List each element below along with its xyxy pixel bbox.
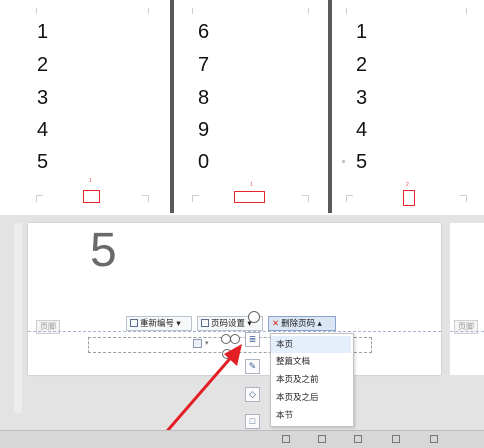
- next-document-page[interactable]: 页脚: [450, 223, 484, 375]
- page-thumbnails-strip: 1 2 3 4 5 1 6 7 8 9 0 1 1 2 3 4 5 2: [0, 0, 484, 215]
- menu-item-this-and-after[interactable]: 本页及之后: [271, 389, 351, 406]
- crop-mark: [460, 8, 467, 14]
- page-number-text: 2: [406, 182, 409, 188]
- menu-item-this-section[interactable]: 本节: [271, 407, 351, 424]
- view-icon[interactable]: [318, 435, 326, 443]
- crop-mark: [192, 8, 199, 14]
- page-3-bottom[interactable]: 1 2 3 4 5 2: [332, 0, 484, 213]
- page-number-text: 1: [89, 178, 92, 184]
- crop-mark: [192, 195, 199, 202]
- renumber-icon: [130, 319, 138, 327]
- crop-mark: [36, 195, 43, 202]
- line-number: 1: [356, 21, 368, 43]
- renumber-button[interactable]: 重新编号 ▾: [126, 316, 192, 331]
- last-line-number: 5: [90, 224, 117, 277]
- crop-mark: [302, 195, 309, 202]
- line-number: 3: [356, 87, 368, 109]
- delete-page-number-button[interactable]: ✕ 删除页码 ▴: [268, 316, 336, 331]
- page-edge: [14, 223, 22, 413]
- view-icon[interactable]: [354, 435, 362, 443]
- view-icon[interactable]: [392, 435, 400, 443]
- line-number: 8: [198, 87, 210, 109]
- line-number: 6: [198, 21, 210, 43]
- annotation-arrow-icon: [166, 344, 242, 432]
- line-number: 3: [37, 87, 49, 109]
- line-number: 9: [198, 119, 210, 141]
- view-icon[interactable]: [282, 435, 290, 443]
- crop-mark: [302, 8, 309, 14]
- footer-divider: [450, 331, 484, 332]
- line-number: 2: [356, 54, 368, 76]
- line-number: 4: [37, 119, 49, 141]
- page-number-text: 1: [250, 182, 253, 188]
- crop-mark: [460, 195, 467, 202]
- page-number-highlight[interactable]: [403, 190, 415, 206]
- line-number: 0: [198, 151, 210, 173]
- page-1-bottom[interactable]: 1 2 3 4 5 1: [0, 0, 170, 213]
- crop-mark: [346, 8, 353, 14]
- line-number: 7: [198, 54, 210, 76]
- menu-item-whole-document[interactable]: 整篇文档: [271, 353, 351, 370]
- collapse-handle-icon[interactable]: [248, 311, 260, 323]
- crop-mark: [346, 195, 353, 202]
- page-number-highlight[interactable]: [234, 191, 265, 203]
- delete-icon: ✕: [272, 318, 280, 328]
- menu-item-this-and-before[interactable]: 本页及之前: [271, 371, 351, 388]
- line-number: 4: [356, 119, 368, 141]
- menu-item-this-page[interactable]: 本页: [271, 336, 351, 353]
- view-icon[interactable]: [430, 435, 438, 443]
- crop-mark: [142, 195, 149, 202]
- line-number: 5: [37, 151, 49, 173]
- page-setup-icon: [201, 319, 209, 327]
- line-number: 1: [37, 21, 49, 43]
- crop-mark: [36, 8, 43, 14]
- status-bar: [0, 430, 484, 448]
- page-2-bottom[interactable]: 6 7 8 9 0 1: [174, 0, 328, 213]
- crop-mark: [142, 8, 149, 14]
- line-number: 2: [37, 54, 49, 76]
- page-number-highlight[interactable]: [83, 190, 100, 203]
- paragraph-bullet-icon: [342, 160, 345, 163]
- line-number: 5: [356, 151, 368, 173]
- footer-divider: [28, 331, 441, 332]
- delete-scope-menu: 本页 整篇文档 本页及之前 本页及之后 本节: [270, 333, 354, 427]
